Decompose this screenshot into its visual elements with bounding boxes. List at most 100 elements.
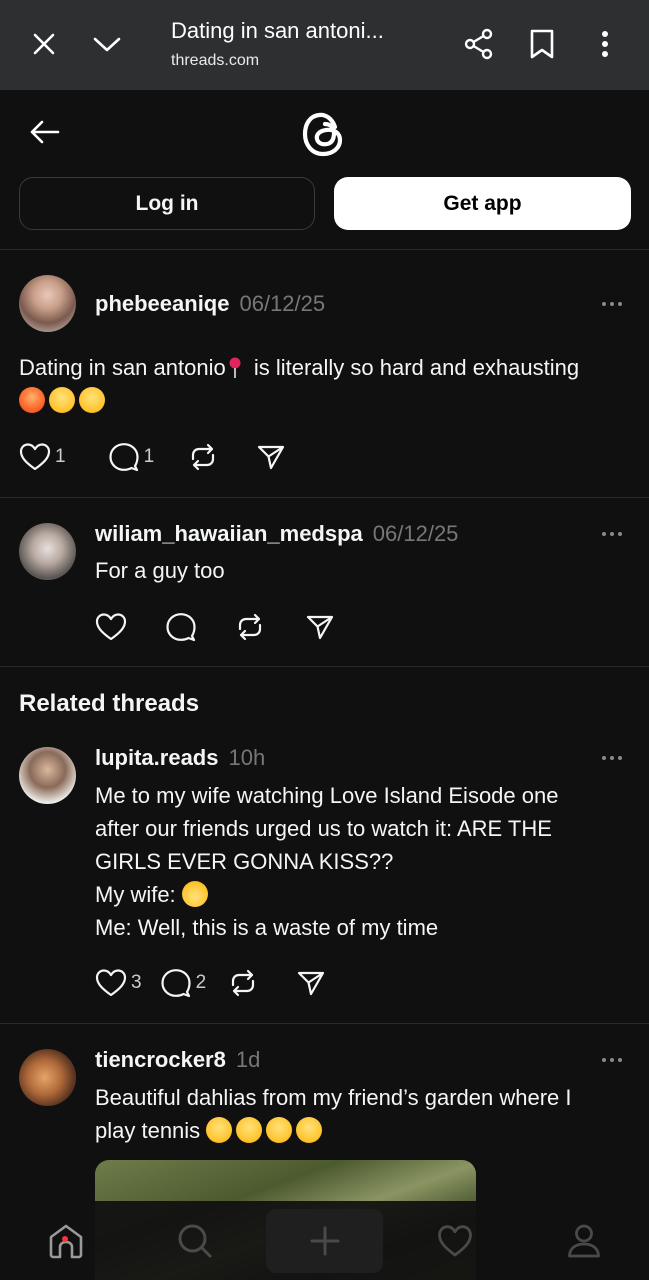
smiling-face-emoji-icon xyxy=(236,1117,263,1143)
heart-eyes-emoji-icon xyxy=(266,1117,293,1143)
post-text: Dating in san antonio is literally so ha… xyxy=(19,351,634,417)
smiling-face-emoji-icon xyxy=(296,1117,323,1143)
like-count: 1 xyxy=(55,446,66,467)
search-icon xyxy=(178,1224,211,1258)
main-post: phebeeaniqe 06/12/25 Dating in san antoni… xyxy=(0,250,649,497)
nav-activity[interactable] xyxy=(396,1209,513,1273)
avatar[interactable] xyxy=(19,747,76,804)
bookmark-button[interactable] xyxy=(520,22,564,66)
upside-down-face-emoji-icon xyxy=(181,881,208,907)
send-button[interactable] xyxy=(296,969,326,997)
send-button[interactable] xyxy=(305,613,335,641)
comment-icon xyxy=(166,613,196,642)
post-text-line: Beautiful dahlias from my friend’s garde… xyxy=(95,1085,572,1110)
post-more-button[interactable] xyxy=(597,748,627,768)
repost-button[interactable] xyxy=(188,442,218,472)
username-link[interactable]: phebeeaniqe xyxy=(95,291,229,316)
arrow-left-icon xyxy=(30,120,60,144)
related-post: lupita.reads 10h Me to my wife watching L… xyxy=(0,730,649,1023)
post-text: Beautiful dahlias from my friend’s garde… xyxy=(95,1081,635,1147)
post-text-line: My wife: xyxy=(95,882,182,907)
share-button[interactable] xyxy=(457,22,501,66)
threads-logo-icon xyxy=(302,112,343,157)
pin-emoji-icon xyxy=(229,357,241,378)
username-link[interactable]: wiliam_hawaiian_medspa xyxy=(95,521,363,546)
plus-icon xyxy=(310,1226,339,1256)
post-text-part: Dating in san antonio xyxy=(19,355,226,380)
nav-profile[interactable] xyxy=(525,1209,642,1273)
close-tab-button[interactable] xyxy=(22,22,66,66)
avatar[interactable] xyxy=(19,523,76,580)
threads-logo[interactable] xyxy=(296,106,352,162)
reply-button[interactable]: 1 xyxy=(108,442,155,472)
send-button[interactable] xyxy=(256,443,286,471)
threads-header: Log in Get app xyxy=(0,90,649,250)
post-text-line: play tennis xyxy=(95,1118,207,1143)
like-button[interactable] xyxy=(95,612,127,642)
like-count: 3 xyxy=(131,972,142,993)
send-icon xyxy=(258,445,285,470)
post-text-line: after our friends urged us to watch it: … xyxy=(95,816,552,841)
back-button[interactable] xyxy=(22,110,66,154)
browser-url: threads.com xyxy=(171,52,260,69)
post-text: For a guy too xyxy=(95,558,225,583)
post-username-row: tiencrocker8 1d xyxy=(95,1047,260,1073)
like-button[interactable]: 3 xyxy=(95,968,142,998)
post-actions: 3 2 xyxy=(95,966,350,1000)
pleading-face-emoji-icon xyxy=(49,387,75,413)
like-button[interactable]: 1 xyxy=(19,442,66,472)
heart-eyes-emoji-icon xyxy=(206,1117,233,1143)
repost-button[interactable] xyxy=(228,968,258,998)
reply-post: wiliam_hawaiian_medspa 06/12/25 For a guy… xyxy=(0,498,649,666)
browser-page-title: Dating in san antoni... xyxy=(171,18,384,43)
reply-count: 2 xyxy=(195,972,207,993)
post-text-line: GIRLS EVER GONNA KISS?? xyxy=(95,849,394,874)
post-actions: 1 1 xyxy=(19,440,310,474)
browser-toolbar: Dating in san antoni... threads.com xyxy=(0,0,649,90)
get-app-button[interactable]: Get app xyxy=(334,177,631,230)
repost-button[interactable] xyxy=(235,612,265,642)
comment-icon xyxy=(108,443,139,472)
heart-icon xyxy=(437,1225,472,1257)
post-username-row: phebeeaniqe 06/12/25 xyxy=(95,291,325,317)
relieved-face-emoji-icon xyxy=(79,387,105,413)
related-threads-heading: Related threads xyxy=(19,690,200,717)
home-notification-dot xyxy=(62,1236,68,1242)
kebab-icon xyxy=(602,31,608,57)
post-text-line: Me to my wife watching Love Island Eisod… xyxy=(95,783,559,808)
avatar[interactable] xyxy=(19,1049,76,1106)
post-text: Me to my wife watching Love Island Eisod… xyxy=(95,779,635,944)
post-more-button[interactable] xyxy=(597,294,627,314)
post-more-button[interactable] xyxy=(597,1050,627,1070)
post-text-line: Me: Well, this is a waste of my time xyxy=(95,915,439,940)
browser-menu-button[interactable] xyxy=(583,22,627,66)
share-icon xyxy=(464,28,493,60)
repost-icon xyxy=(192,443,215,471)
heart-icon xyxy=(95,969,127,997)
nav-search[interactable] xyxy=(136,1209,253,1273)
login-button[interactable]: Log in xyxy=(19,177,315,230)
divider xyxy=(0,666,649,667)
post-time: 06/12/25 xyxy=(372,521,459,546)
avatar[interactable] xyxy=(19,275,76,332)
post-time: 1d xyxy=(235,1047,261,1072)
username-link[interactable]: lupita.reads xyxy=(95,745,218,770)
post-username-row: wiliam_hawaiian_medspa 06/12/25 xyxy=(95,521,458,547)
reply-button[interactable] xyxy=(165,612,197,642)
send-icon xyxy=(298,971,325,996)
send-icon xyxy=(306,615,334,640)
nav-create[interactable] xyxy=(266,1209,383,1273)
repost-icon xyxy=(238,613,262,641)
reply-button[interactable]: 2 xyxy=(160,968,207,998)
username-link[interactable]: tiencrocker8 xyxy=(95,1047,226,1072)
comment-icon xyxy=(160,969,191,998)
reply-count: 1 xyxy=(143,446,155,467)
chevron-down-icon xyxy=(93,37,121,52)
bookmark-icon xyxy=(530,29,554,59)
repost-icon xyxy=(232,969,255,997)
post-username-row: lupita.reads 10h xyxy=(95,745,265,771)
heart-icon xyxy=(95,613,127,641)
profile-icon xyxy=(567,1224,600,1258)
collapse-button[interactable] xyxy=(85,22,129,66)
post-more-button[interactable] xyxy=(597,524,627,544)
